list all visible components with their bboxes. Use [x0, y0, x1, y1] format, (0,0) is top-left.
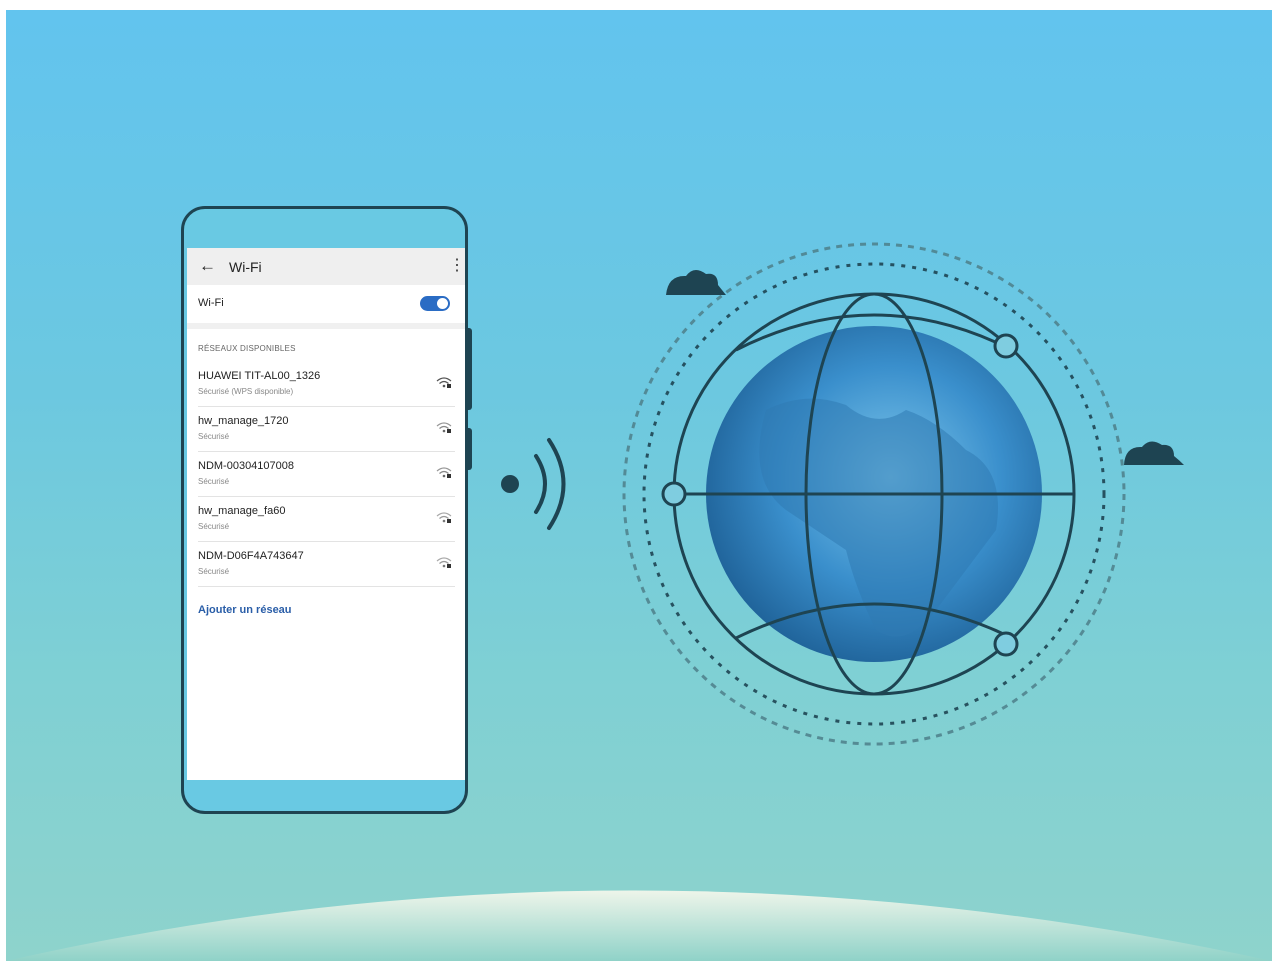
wifi-switch[interactable] — [420, 296, 450, 311]
network-name: hw_manage_fa60 — [198, 505, 286, 517]
network-status: Sécurisé — [198, 477, 230, 486]
wifi-lock-icon — [436, 557, 452, 568]
network-status: Sécurisé (WPS disponible) — [198, 387, 294, 396]
wifi-toggle-row[interactable]: Wi-Fi — [187, 285, 465, 323]
add-network-link[interactable]: Ajouter un réseau — [198, 604, 292, 616]
wifi-toggle-label: Wi-Fi — [198, 297, 224, 309]
app-bar: ← Wi-Fi ⋮ — [187, 248, 465, 285]
network-item[interactable]: hw_manage_fa60 Sécurisé — [198, 498, 455, 542]
wifi-lock-icon — [436, 422, 452, 433]
network-status: Sécurisé — [198, 432, 230, 441]
network-item[interactable]: hw_manage_1720 Sécurisé — [198, 408, 455, 452]
network-item[interactable]: NDM-D06F4A743647 Sécurisé — [198, 543, 455, 587]
wifi-lock-icon — [436, 512, 452, 523]
divider — [187, 323, 465, 329]
network-name: NDM-D06F4A743647 — [198, 550, 304, 562]
network-status: Sécurisé — [198, 567, 230, 576]
page-title: Wi-Fi — [229, 259, 262, 275]
more-vert-icon[interactable]: ⋮ — [449, 256, 465, 276]
network-name: HUAWEI TIT-AL00_1326 — [198, 370, 321, 382]
back-arrow-icon[interactable]: ← — [199, 256, 216, 276]
network-name: NDM-00304107008 — [198, 460, 295, 472]
network-item[interactable]: NDM-00304107008 Sécurisé — [198, 453, 455, 497]
wifi-lock-icon — [436, 377, 452, 388]
phone-screen: ← Wi-Fi ⋮ Wi-Fi RÉSEAUX DISPONIBLES HUAW… — [187, 248, 465, 780]
section-title: RÉSEAUX DISPONIBLES — [198, 344, 296, 353]
network-status: Sécurisé — [198, 522, 230, 531]
network-name: hw_manage_1720 — [198, 415, 289, 427]
network-item[interactable]: HUAWEI TIT-AL00_1326 Sécurisé (WPS dispo… — [198, 363, 455, 407]
illustration-background: ← Wi-Fi ⋮ Wi-Fi RÉSEAUX DISPONIBLES HUAW… — [6, 10, 1272, 961]
wifi-lock-icon — [436, 467, 452, 478]
phone-frame: ← Wi-Fi ⋮ Wi-Fi RÉSEAUX DISPONIBLES HUAW… — [181, 206, 468, 814]
switch-knob — [437, 298, 448, 309]
